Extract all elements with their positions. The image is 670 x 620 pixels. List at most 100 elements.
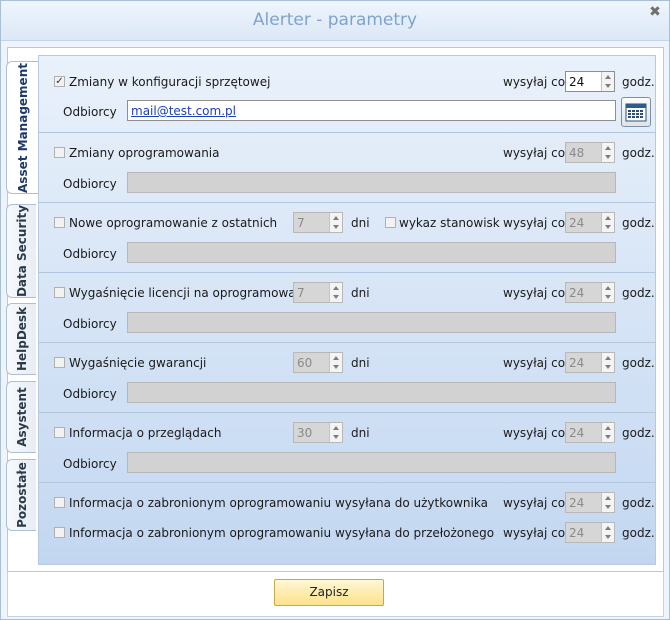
tab-helpdesk[interactable]: HelpDesk bbox=[6, 303, 36, 375]
software-row: Zmiany oprogramowania wysyłaj co 48 godz… bbox=[39, 141, 655, 165]
tab-asset-management[interactable]: Asset Management bbox=[6, 61, 38, 194]
hours-label: godz. bbox=[622, 75, 655, 89]
software-recipients-row: Odbiorcy bbox=[39, 172, 655, 196]
inspection-recipients-field[interactable] bbox=[127, 452, 616, 473]
stepper-value: 48 bbox=[569, 146, 585, 160]
forbidden-user-row: Informacja o zabronionym oprogramowaniu … bbox=[39, 491, 655, 515]
tab-asystent[interactable]: Asystent bbox=[6, 381, 36, 453]
chevron-up-icon[interactable] bbox=[333, 356, 339, 360]
stepper-value: 7 bbox=[297, 216, 305, 230]
stepper-arrows[interactable] bbox=[601, 72, 614, 91]
software-recipients-field[interactable] bbox=[127, 172, 616, 193]
stepper-arrows[interactable] bbox=[601, 283, 614, 302]
title-bar: Alerter - parametry ✖ bbox=[1, 1, 669, 41]
recipients-label: Odbiorcy bbox=[63, 387, 117, 401]
inspection-label: Informacja o przeglądach bbox=[69, 426, 222, 440]
inspection-days-stepper[interactable]: 30 bbox=[293, 422, 343, 443]
new-software-recipients-field[interactable] bbox=[127, 242, 616, 263]
chevron-up-icon[interactable] bbox=[333, 426, 339, 430]
forbidden-user-checkbox[interactable] bbox=[54, 497, 65, 508]
chevron-up-icon[interactable] bbox=[605, 426, 611, 430]
software-checkbox[interactable] bbox=[54, 147, 65, 158]
save-button[interactable]: Zapisz bbox=[274, 579, 384, 606]
chevron-down-icon[interactable] bbox=[605, 535, 611, 539]
chevron-up-icon[interactable] bbox=[333, 216, 339, 220]
hours-label: godz. bbox=[622, 526, 655, 540]
chevron-up-icon[interactable] bbox=[333, 286, 339, 290]
chevron-up-icon[interactable] bbox=[605, 286, 611, 290]
stepper-arrows[interactable] bbox=[601, 423, 614, 442]
chevron-down-icon[interactable] bbox=[605, 505, 611, 509]
warranty-hours-stepper[interactable]: 24 bbox=[565, 352, 615, 373]
stepper-arrows[interactable] bbox=[329, 283, 342, 302]
chevron-down-icon[interactable] bbox=[605, 295, 611, 299]
hardware-hours-stepper[interactable]: 24 bbox=[565, 71, 615, 92]
send-every-label: wysyłaj co bbox=[503, 526, 566, 540]
chevron-down-icon[interactable] bbox=[605, 84, 611, 88]
tab-data-security[interactable]: Data Security bbox=[6, 204, 36, 298]
license-recipients-field[interactable] bbox=[127, 312, 616, 333]
new-software-row: Nowe oprogramowanie z ostatnich 7 dni wy… bbox=[39, 211, 655, 235]
warranty-recipients-field[interactable] bbox=[127, 382, 616, 403]
forbidden-supervisor-checkbox[interactable] bbox=[54, 527, 65, 538]
recipients-label: Odbiorcy bbox=[63, 177, 117, 191]
warranty-days-stepper[interactable]: 60 bbox=[293, 352, 343, 373]
stepper-value: 24 bbox=[569, 426, 585, 440]
forbidden-user-hours-stepper[interactable]: 24 bbox=[565, 492, 615, 513]
chevron-down-icon[interactable] bbox=[605, 365, 611, 369]
chevron-down-icon[interactable] bbox=[333, 295, 339, 299]
chevron-up-icon[interactable] bbox=[605, 526, 611, 530]
inspection-hours-stepper[interactable]: 24 bbox=[565, 422, 615, 443]
chevron-up-icon[interactable] bbox=[605, 75, 611, 79]
license-checkbox[interactable] bbox=[54, 287, 65, 298]
forbidden-supervisor-hours-stepper[interactable]: 24 bbox=[565, 522, 615, 543]
window-title: Alerter - parametry bbox=[252, 10, 418, 30]
license-days-stepper[interactable]: 7 bbox=[293, 282, 343, 303]
tab-pozostale[interactable]: Pozostałe bbox=[6, 459, 36, 531]
chevron-up-icon[interactable] bbox=[605, 216, 611, 220]
stepper-arrows[interactable] bbox=[601, 353, 614, 372]
chevron-down-icon[interactable] bbox=[605, 155, 611, 159]
calendar-button[interactable] bbox=[621, 97, 651, 127]
close-icon[interactable]: ✖ bbox=[647, 4, 663, 20]
workstations-checkbox[interactable] bbox=[385, 217, 396, 228]
chevron-up-icon[interactable] bbox=[605, 146, 611, 150]
inspection-checkbox[interactable] bbox=[54, 427, 65, 438]
new-software-checkbox[interactable] bbox=[54, 217, 65, 228]
stepper-arrows[interactable] bbox=[601, 143, 614, 162]
stepper-value: 60 bbox=[297, 356, 313, 370]
hours-label: godz. bbox=[622, 426, 655, 440]
hardware-row: ✓ Zmiany w konfiguracji sprzętowej wysył… bbox=[39, 70, 655, 94]
software-hours-stepper[interactable]: 48 bbox=[565, 142, 615, 163]
chevron-up-icon[interactable] bbox=[605, 356, 611, 360]
stepper-arrows[interactable] bbox=[329, 353, 342, 372]
new-software-hours-stepper[interactable]: 24 bbox=[565, 212, 615, 233]
new-software-days-stepper[interactable]: 7 bbox=[293, 212, 343, 233]
stepper-value: 30 bbox=[297, 426, 313, 440]
warranty-label: Wygaśnięcie gwarancji bbox=[69, 356, 207, 370]
chevron-down-icon[interactable] bbox=[605, 225, 611, 229]
stepper-arrows[interactable] bbox=[329, 423, 342, 442]
recipients-label: Odbiorcy bbox=[63, 317, 117, 331]
stepper-arrows[interactable] bbox=[329, 213, 342, 232]
chevron-down-icon[interactable] bbox=[333, 225, 339, 229]
stepper-arrows[interactable] bbox=[601, 493, 614, 512]
new-software-recipients-row: Odbiorcy bbox=[39, 242, 655, 266]
hardware-recipients-field[interactable]: mail@test.com.pl bbox=[127, 100, 616, 121]
chevron-down-icon[interactable] bbox=[605, 435, 611, 439]
send-every-label: wysyłaj co bbox=[503, 286, 566, 300]
section-software-changes: Zmiany oprogramowania wysyłaj co 48 godz… bbox=[39, 133, 655, 203]
section-warranty-expiry: Wygaśnięcie gwarancji 60 dni wysyłaj co … bbox=[39, 343, 655, 413]
days-label: dni bbox=[351, 286, 370, 300]
chevron-down-icon[interactable] bbox=[333, 365, 339, 369]
warranty-checkbox[interactable] bbox=[54, 357, 65, 368]
chevron-up-icon[interactable] bbox=[605, 496, 611, 500]
hardware-checkbox[interactable]: ✓ bbox=[54, 76, 65, 87]
stepper-arrows[interactable] bbox=[601, 213, 614, 232]
license-hours-stepper[interactable]: 24 bbox=[565, 282, 615, 303]
stepper-arrows[interactable] bbox=[601, 523, 614, 542]
hours-label: godz. bbox=[622, 216, 655, 230]
asset-management-panel: ✓ Zmiany w konfiguracji sprzętowej wysył… bbox=[38, 55, 656, 565]
chevron-down-icon[interactable] bbox=[333, 435, 339, 439]
recipient-email[interactable]: mail@test.com.pl bbox=[131, 104, 236, 118]
